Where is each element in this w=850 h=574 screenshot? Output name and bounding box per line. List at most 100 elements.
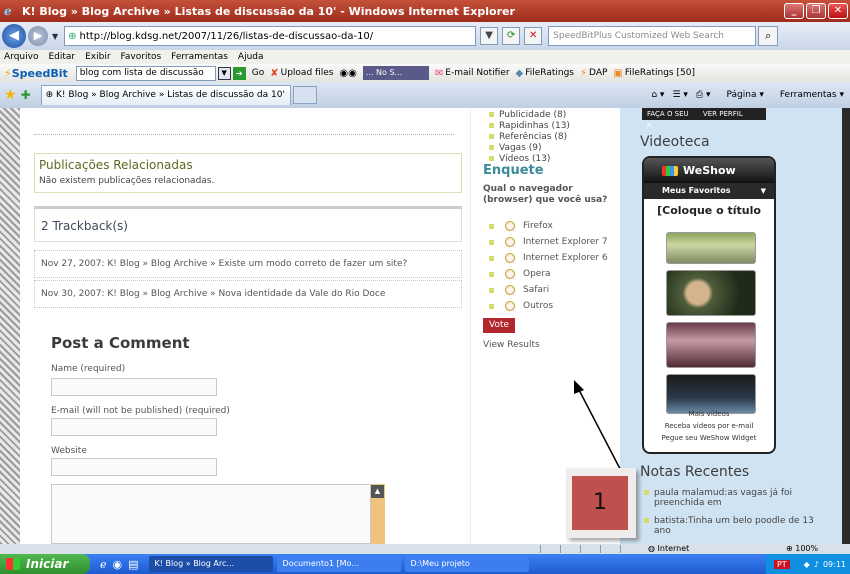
refresh-button[interactable]: ⟳ (502, 27, 521, 45)
comment-textarea[interactable] (51, 484, 385, 544)
more-videos-link[interactable]: Mais vídeos (644, 408, 774, 420)
poll-option[interactable]: Firefox (489, 218, 608, 234)
favorites-star-icon[interactable]: ★ (4, 87, 17, 103)
poll-option[interactable]: Opera (489, 266, 608, 282)
feeds-icon[interactable]: ☰ ▾ (672, 90, 687, 100)
vote-button[interactable]: Vote (483, 318, 515, 333)
get-widget-link[interactable]: Pegue seu WeShow Widget (644, 432, 774, 444)
zoom-control[interactable]: ⊕ 100% (786, 544, 818, 554)
close-button[interactable]: ✕ (828, 3, 848, 19)
email-videos-link[interactable]: Receba vídeos por e-mail (644, 420, 774, 432)
poll-option[interactable]: Outros (489, 298, 608, 314)
minimize-button[interactable]: _ (784, 3, 804, 19)
tab-active[interactable]: ⊕ K! Blog » Blog Archive » Listas de dis… (40, 85, 291, 105)
radio-button[interactable] (505, 253, 515, 263)
video-thumbnail[interactable] (666, 270, 756, 316)
video-thumbnail[interactable] (666, 322, 756, 368)
tab-label: K! Blog » Blog Archive » Listas de discu… (56, 90, 285, 100)
radio-button[interactable] (505, 221, 515, 231)
clock[interactable]: 09:11 (823, 560, 846, 569)
trackback-item[interactable]: Nov 27, 2007: K! Blog » Blog Archive » E… (34, 250, 462, 278)
annotation-number: 1 (572, 476, 628, 530)
stop-button[interactable]: ✕ (524, 27, 543, 45)
chevron-down-icon[interactable]: ▼ (217, 66, 231, 80)
start-button[interactable]: Iniciar (0, 554, 90, 574)
radio-button[interactable] (505, 285, 515, 295)
dap-button[interactable]: ⚡ DAP (580, 68, 607, 79)
view-results-link[interactable]: View Results (483, 340, 540, 350)
poll-option[interactable]: Internet Explorer 7 (489, 234, 608, 250)
command-bar: ⌂ ▾ ☰ ▾ ⎙ ▾ Página ▾ Ferramentas ▾ (643, 90, 844, 100)
restore-button[interactable]: ❐ (806, 3, 826, 19)
menu-arquivo[interactable]: Arquivo (4, 52, 38, 62)
poll-option[interactable]: Safari (489, 282, 608, 298)
nota-item[interactable]: paula malamud:as vagas já foi preenchida… (644, 488, 816, 508)
menu-favoritos[interactable]: Favoritos (121, 52, 162, 62)
bullet-icon (489, 255, 494, 261)
faca-o-seu-link[interactable]: FAÇA O SEU (647, 110, 689, 118)
volume-icon[interactable]: ♪ (814, 560, 819, 569)
category-item[interactable]: Referências (8) (489, 132, 570, 143)
toolbar-search-input[interactable]: blog com lista de discussão (75, 65, 216, 81)
category-item[interactable]: Vagas (9) (489, 143, 570, 154)
email-notifier-button[interactable]: ✉ E-mail Notifier (435, 68, 510, 79)
nos-widget[interactable]: ◉◉ (339, 68, 358, 79)
trackback-item[interactable]: Nov 30, 2007: K! Blog » Blog Archive » N… (34, 280, 462, 308)
website-field[interactable] (51, 458, 217, 476)
email-field[interactable] (51, 418, 217, 436)
language-indicator[interactable]: PT (773, 559, 790, 569)
ferramentas-menu[interactable]: Ferramentas ▾ (772, 90, 844, 100)
post-comment-title: Post a Comment (51, 334, 190, 352)
search-icon[interactable]: ⌕ (758, 26, 779, 46)
ver-perfil-link[interactable]: VER PERFIL (703, 110, 743, 118)
print-icon[interactable]: ⎙ ▾ (696, 90, 711, 100)
history-dropdown-icon[interactable]: ▼ (52, 32, 58, 41)
taskbar-item-ie[interactable]: K! Blog » Blog Arc... (148, 556, 273, 572)
category-item[interactable]: Rapidinhas (13) (489, 121, 570, 132)
nota-item[interactable]: batista:Tinha um belo poodle de 13 ano (644, 516, 816, 536)
media-quicklaunch-icon[interactable]: ▤ (128, 558, 138, 571)
taskbar-item-word[interactable]: Documento1 [Mo... (276, 556, 401, 572)
web-search-input[interactable]: SpeedBitPlus Customized Web Search (548, 26, 757, 46)
poll-option[interactable]: Internet Explorer 6 (489, 250, 608, 266)
speedbit-logo[interactable]: ⚡SpeedBit (4, 67, 68, 80)
network-icon[interactable]: ◆ (804, 560, 810, 569)
pagina-menu[interactable]: Página ▾ (719, 90, 764, 100)
name-field[interactable] (51, 378, 217, 396)
url-dropdown-button[interactable]: ▼ (480, 27, 499, 45)
menu-ajuda[interactable]: Ajuda (238, 52, 264, 62)
back-button[interactable]: ◀ (2, 24, 26, 48)
menu-exibir[interactable]: Exibir (85, 52, 110, 62)
firefox-quicklaunch-icon[interactable]: ◉ (113, 558, 123, 571)
vertical-scrollbar[interactable] (842, 108, 850, 544)
fileratings-button[interactable]: ◆ FileRatings (516, 68, 574, 79)
category-item[interactable]: Publicidade (8) (489, 110, 570, 121)
radio-button[interactable] (505, 301, 515, 311)
page-left-pattern (0, 108, 20, 544)
video-thumbnail[interactable] (666, 232, 756, 264)
home-icon[interactable]: ⌂ ▾ (651, 90, 664, 100)
add-favorites-icon[interactable]: ✚ (21, 88, 31, 102)
quick-launch: ℯ ◉ ▤ (100, 558, 145, 571)
weshow-logo-icon (662, 165, 678, 176)
forward-button[interactable]: ▶ (28, 26, 48, 46)
upload-files-button[interactable]: ✘ Upload files (270, 68, 333, 79)
share-icon[interactable]: ⇱ (647, 122, 653, 130)
radio-button[interactable] (505, 269, 515, 279)
url-input[interactable]: ⊕ http://blog.kdsg.net/2007/11/26/listas… (64, 26, 477, 46)
go-button[interactable]: Go (252, 68, 264, 78)
notas-list: paula malamud:as vagas já foi preenchida… (644, 488, 816, 544)
nos-dropdown[interactable]: ... No S... (362, 66, 429, 80)
fileratings-50-button[interactable]: ▣ FileRatings [50] (613, 68, 695, 79)
menu-editar[interactable]: Editar (48, 52, 75, 62)
ie-quicklaunch-icon[interactable]: ℯ (100, 558, 107, 571)
new-tab-button[interactable] (292, 86, 317, 104)
taskbar-item-folder[interactable]: D:\Meu projeto (404, 556, 529, 572)
go-icon[interactable]: ➔ (232, 66, 246, 80)
scroll-up-icon[interactable]: ▲ (371, 485, 384, 498)
radio-button[interactable] (505, 237, 515, 247)
favorites-dropdown[interactable]: Meus Favoritos ▼ (644, 183, 774, 199)
menu-ferramentas[interactable]: Ferramentas (171, 52, 228, 62)
notas-recentes-title: Notas Recentes (640, 464, 750, 480)
weshow-widget: WeShow Meus Favoritos ▼ [Coloque o título… (642, 156, 776, 454)
